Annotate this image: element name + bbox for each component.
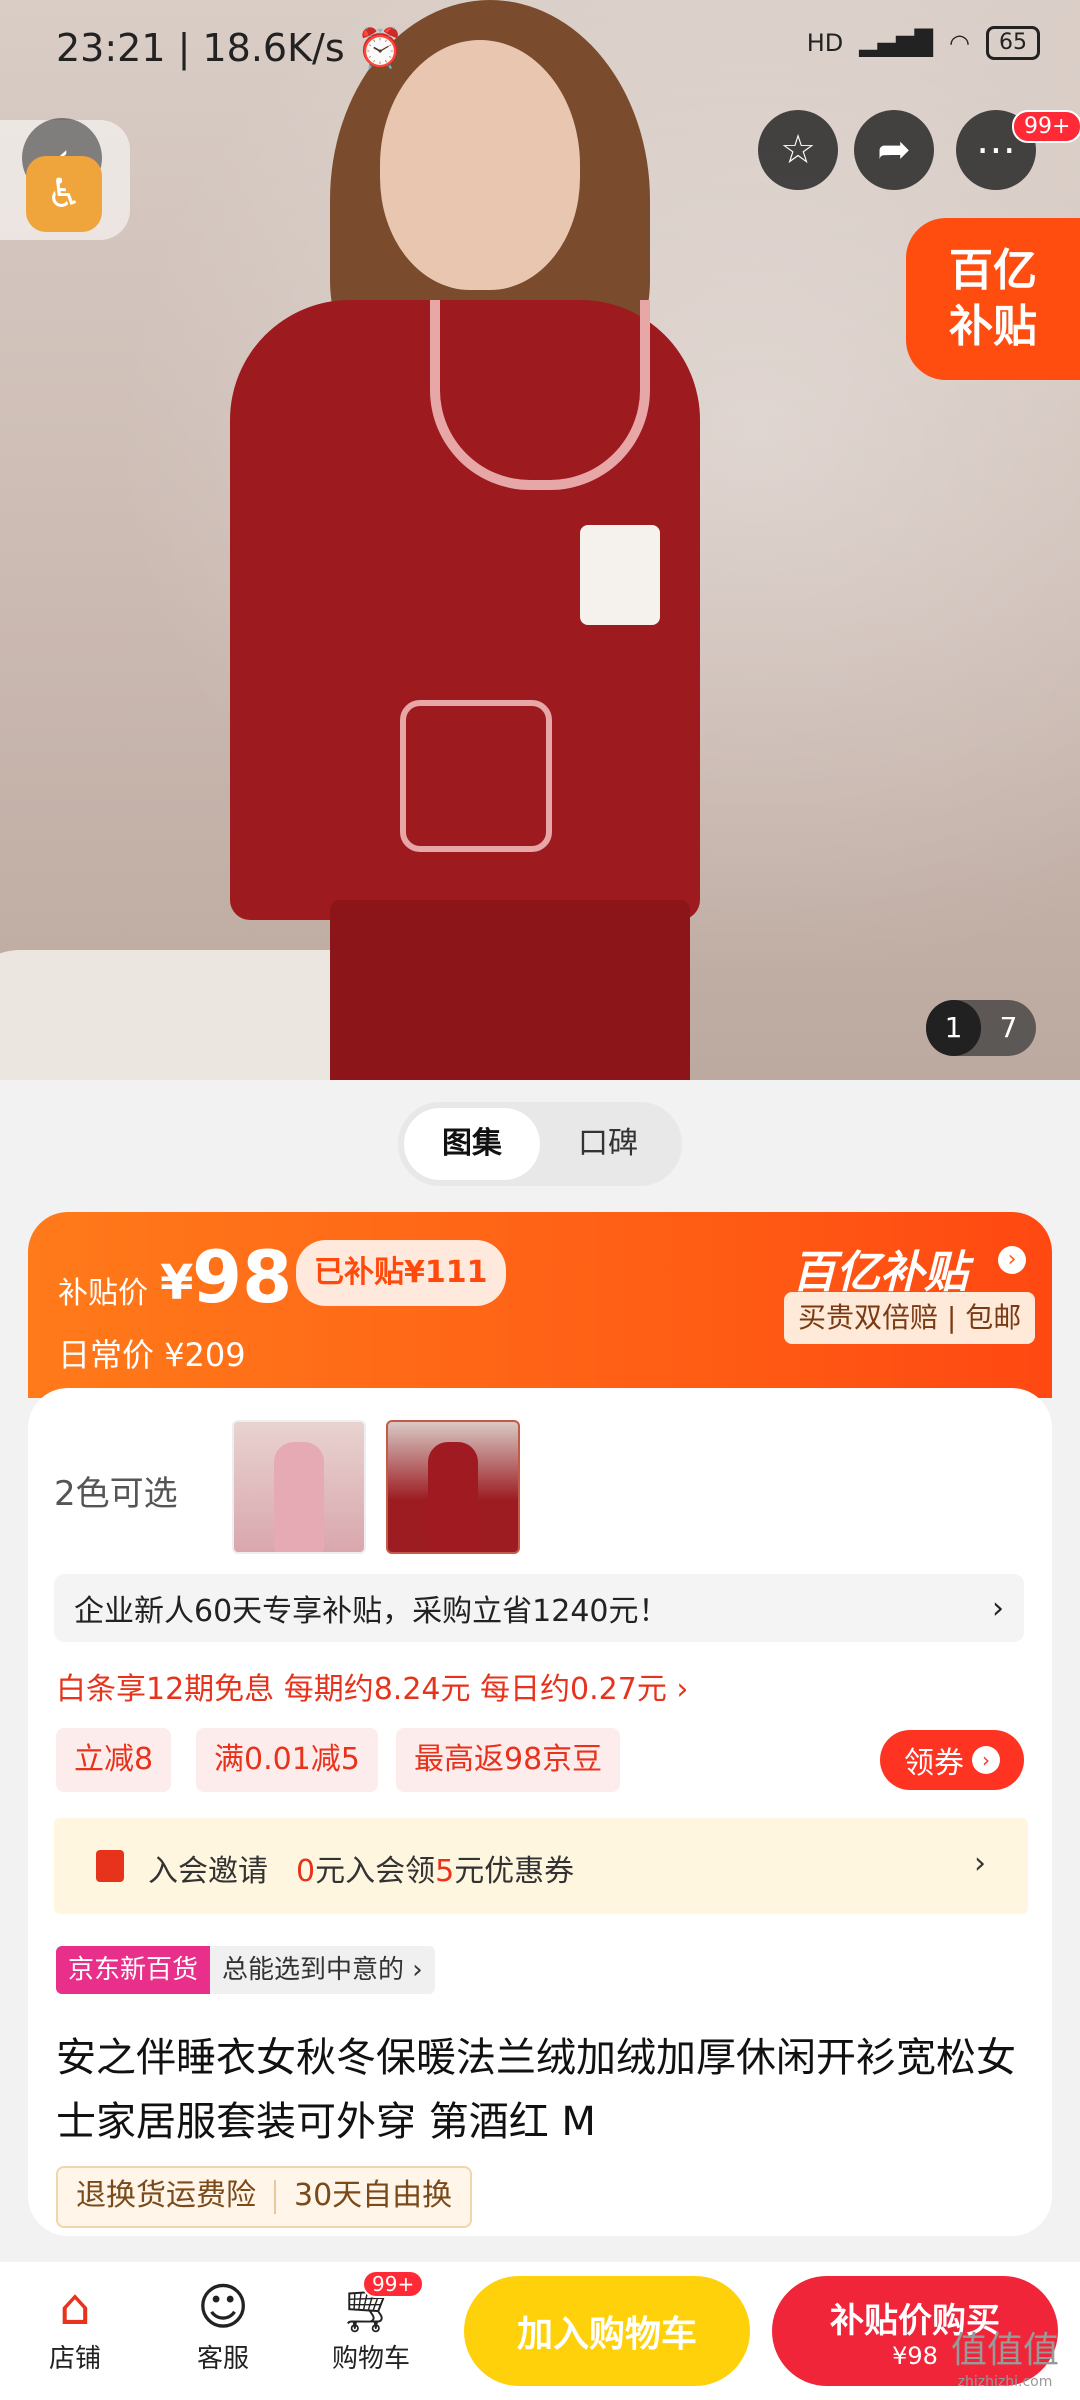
price-currency: ¥ <box>160 1255 194 1311</box>
coupon-tag[interactable]: 最高返98京豆 <box>396 1728 621 1792</box>
alarm-icon: ⏰ <box>356 26 405 70</box>
color-swatch-wine-red[interactable] <box>386 1420 520 1554</box>
subsidized-amount-badge: 已补贴¥111 <box>296 1240 506 1306</box>
chevron-right-icon: › <box>974 1846 986 1881</box>
coupon-tag[interactable]: 满0.01减5 <box>196 1728 378 1792</box>
cart-badge: 99+ <box>362 2270 425 2298</box>
signal-icon: ▂▄▆█ <box>859 29 934 57</box>
pajama-pocket <box>400 700 552 852</box>
color-count: 2色可选 <box>54 1474 178 1514</box>
subsidy-tag-line1: 百亿 <box>949 245 1037 296</box>
customer-service-label: 客服 <box>196 2344 249 2374</box>
service-tag-return-insurance: 退换货运费险 <box>76 2178 256 2213</box>
star-icon: ☆ <box>780 127 816 173</box>
image-counter-current: 1 <box>926 1000 981 1056</box>
favorite-button[interactable]: ☆ <box>758 110 838 190</box>
cup <box>580 525 660 625</box>
store-label: 店铺 <box>48 2344 101 2374</box>
red-envelope-icon <box>96 1850 124 1882</box>
daily-price: 日常价 ¥209 <box>58 1330 246 1376</box>
chat-face-icon: ☺ <box>196 2278 250 2336</box>
tab-gallery[interactable]: 图集 <box>404 1108 540 1180</box>
chevron-right-icon[interactable]: › <box>998 1246 1026 1274</box>
chevron-right-icon: › <box>992 1590 1004 1626</box>
image-counter: 1 7 <box>926 1000 1036 1056</box>
product-title: 安之伴睡衣女秋冬保暖法兰绒加绒加厚休闲开衫宽松女士家居服套装可外穿 第酒红 M <box>56 2035 1016 2145</box>
network-label: HD <box>806 29 844 57</box>
add-to-cart-button[interactable]: 加入购物车 <box>464 2276 750 2386</box>
chevron-right-icon: › <box>972 1746 1000 1774</box>
store-icon: ⌂ <box>59 2278 91 2336</box>
cart-label: 购物车 <box>331 2344 410 2374</box>
watermark-logo: 值值值 zhizhizhi.com <box>950 2330 1059 2390</box>
image-counter-total: 7 <box>999 1011 1018 1044</box>
accessibility-icon: ♿ <box>46 171 82 217</box>
status-speed: 18.6K/s <box>202 26 345 70</box>
share-icon: ➦ <box>877 127 911 173</box>
enterprise-promo-text: 企业新人60天专享补贴，采购立省1240元！ <box>74 1594 669 1629</box>
notification-badge: 99+ <box>1012 110 1080 143</box>
subsidy-tag[interactable]: 百亿 补贴 <box>906 218 1080 380</box>
accessibility-button[interactable]: ♿ <box>26 156 102 232</box>
jd-new-department-store-tag[interactable]: 京东新百货 总能选到中意的 › <box>56 1946 435 1994</box>
pajama-collar <box>430 300 650 490</box>
battery-indicator: 65 <box>986 26 1040 60</box>
enterprise-promo-bar[interactable]: 企业新人60天专享补贴，采购立省1240元！ › <box>54 1574 1024 1642</box>
subsidy-tag-line2: 补贴 <box>949 301 1037 352</box>
get-coupon-button[interactable]: 领券 › <box>880 1730 1024 1790</box>
share-button[interactable]: ➦ <box>854 110 934 190</box>
installment-info[interactable]: 白条享12期免息 每期约8.24元 每日约0.27元 › <box>56 1664 688 1708</box>
price-value: 98 <box>192 1235 293 1319</box>
jd-new-slogan: 总能选到中意的 › <box>210 1946 435 1994</box>
coupon-tag[interactable]: 立减8 <box>56 1728 172 1792</box>
more-icon: ⋯ <box>976 127 1016 173</box>
tab-reviews[interactable]: 口碑 <box>540 1108 676 1180</box>
daily-price-value: ¥209 <box>164 1336 246 1374</box>
store-button[interactable]: ⌂ 店铺 <box>20 2276 130 2375</box>
status-time: 23:21 <box>56 26 166 70</box>
membership-offer: 0元入会领5元优惠券 <box>296 1854 575 1889</box>
wifi-icon: ◠ <box>949 29 970 57</box>
jd-new-tag: 京东新百货 <box>56 1946 211 1994</box>
subsidy-promise: 买贵双倍赔 | 包邮 <box>784 1292 1036 1344</box>
get-coupon-label: 领券 <box>904 1746 964 1781</box>
price-label: 补贴价 <box>58 1276 148 1311</box>
membership-label: 入会邀请 <box>148 1854 268 1889</box>
media-tabs: 图集 口碑 <box>398 1102 682 1186</box>
status-bar: 23:21 | 18.6K/s ⏰ HD ▂▄▆█ ◠ 65 <box>0 0 1080 96</box>
color-swatch-pink[interactable] <box>232 1420 366 1554</box>
customer-service-button[interactable]: ☺ 客服 <box>168 2276 278 2375</box>
pajama-pants <box>330 900 690 1080</box>
service-tag-free-exchange: 30天自由换 <box>294 2178 453 2213</box>
service-tags[interactable]: 退换货运费险 30天自由换 <box>56 2166 473 2228</box>
subsidy-program-logo[interactable]: 百亿补贴 <box>792 1236 968 1300</box>
daily-price-label: 日常价 <box>58 1336 155 1374</box>
